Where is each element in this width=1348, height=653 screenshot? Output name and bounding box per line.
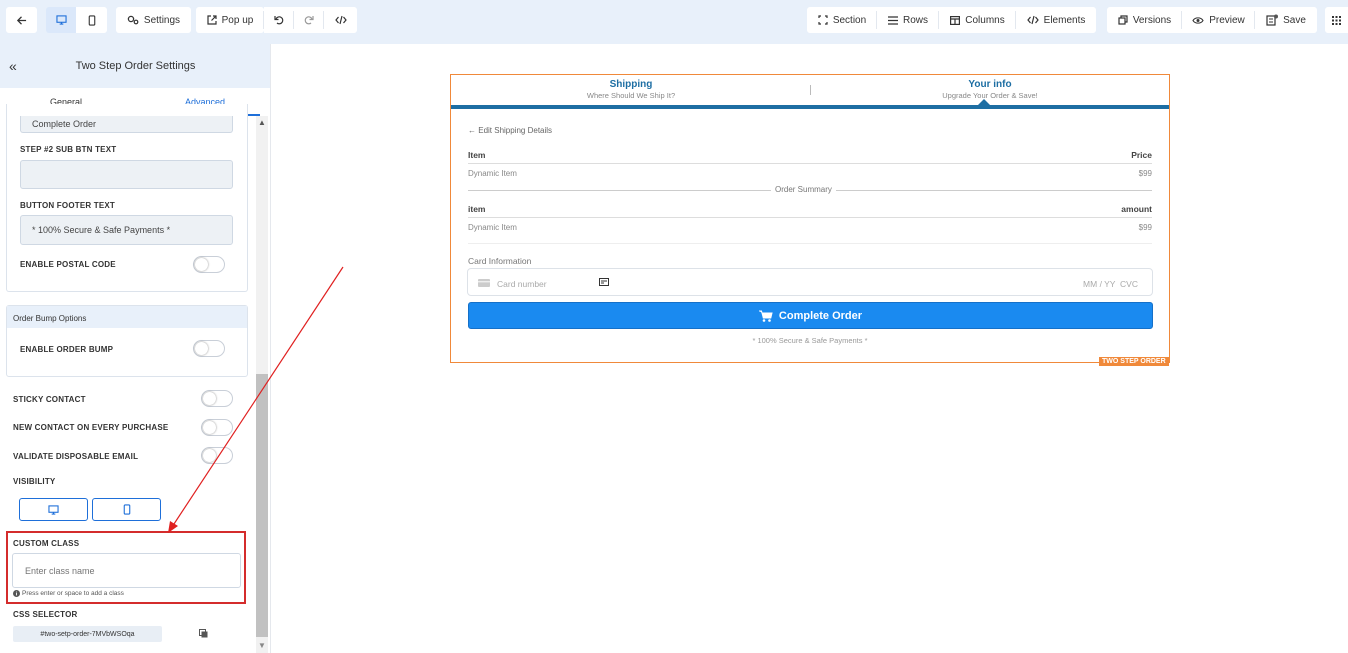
step-your-info[interactable]: Your info Upgrade Your Order & Save! [811, 79, 1169, 100]
table2-row-item: Dynamic Item [468, 223, 517, 232]
secure-payments-text: * 100% Secure & Safe Payments * [752, 336, 868, 345]
table2-item-header: item [468, 204, 486, 214]
table2-divider [468, 217, 1152, 218]
two-step-order-element[interactable]: Shipping Where Should We Ship It? Your i… [450, 74, 1170, 363]
step-progress-bar [451, 105, 1169, 109]
card-input-field[interactable]: Card number MM / YY CVC [467, 268, 1153, 296]
table1-row-price: $99 [1138, 169, 1152, 178]
edit-shipping-link[interactable]: ← Edit Shipping Details [468, 126, 552, 135]
cart-icon [758, 310, 773, 322]
card-info-label: Card Information [468, 256, 532, 266]
card-date-cvc-placeholder: MM / YY CVC [1083, 279, 1138, 289]
step2-title: Your info [968, 79, 1012, 90]
active-step-pointer [978, 99, 990, 105]
table2-amount-header: amount [1121, 204, 1152, 214]
card-number-placeholder: Card number [497, 279, 547, 289]
table1-row-item: Dynamic Item [468, 169, 517, 178]
element-type-badge: TWO STEP ORDER [1099, 357, 1169, 366]
card-placeholder-icon [478, 279, 490, 287]
table1-price-header: Price [1131, 150, 1152, 160]
order-summary-label: Order Summary [771, 185, 836, 194]
edit-shipping-text: Edit Shipping Details [478, 126, 553, 135]
step1-title: Shipping [609, 79, 653, 90]
step2-subtitle: Upgrade Your Order & Save! [942, 91, 1038, 100]
step1-subtitle: Where Should We Ship It? [586, 91, 676, 100]
table2-bottom-divider [468, 243, 1152, 244]
step-shipping[interactable]: Shipping Where Should We Ship It? [451, 79, 811, 100]
autofill-card-icon[interactable] [599, 278, 609, 286]
table1-divider [468, 163, 1152, 164]
table1-item-header: Item [468, 150, 486, 160]
table2-row-amount: $99 [1138, 223, 1152, 232]
complete-order-label: Complete Order [778, 309, 863, 322]
complete-order-button[interactable]: Complete Order [468, 302, 1153, 329]
